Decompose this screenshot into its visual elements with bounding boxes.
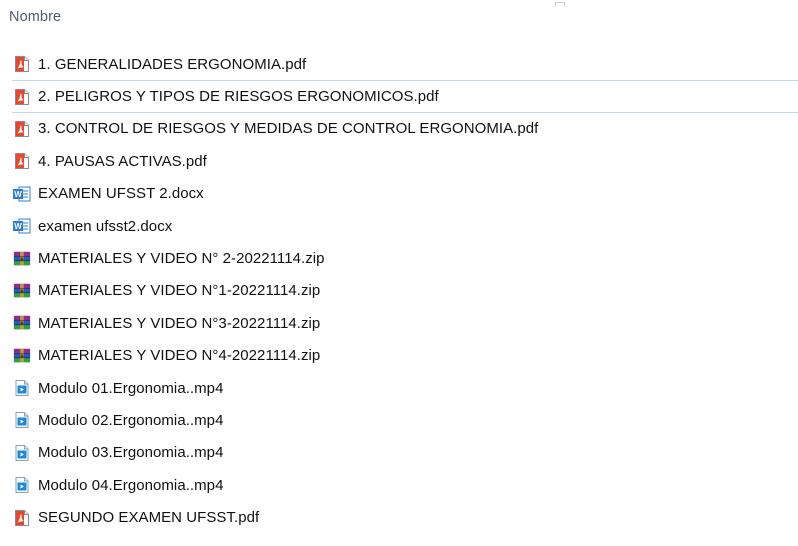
svg-text:W: W <box>14 190 22 199</box>
pdf-icon <box>12 508 32 528</box>
column-header: Nombre <box>0 0 798 36</box>
video-file-icon <box>12 410 32 430</box>
pdf-icon <box>12 54 32 74</box>
file-item[interactable]: 2. PELIGROS Y TIPOS DE RIESGOS ERGONOMIC… <box>12 80 798 113</box>
winrar-archive-icon <box>12 281 32 301</box>
file-name: 2. PELIGROS Y TIPOS DE RIESGOS ERGONOMIC… <box>38 88 439 106</box>
file-list: 1. GENERALIDADES ERGONOMIA.pdf 2. PELIGRO… <box>0 48 798 534</box>
file-name: Modulo 04.Ergonomia..mp4 <box>38 476 224 494</box>
file-item[interactable]: MATERIALES Y VIDEO N° 2-20221114.zip <box>0 242 798 274</box>
winrar-archive-icon <box>12 346 32 366</box>
file-name: Modulo 01.Ergonomia..mp4 <box>38 379 224 397</box>
word-document-icon: W <box>12 184 32 204</box>
file-name: MATERIALES Y VIDEO N°3-20221114.zip <box>38 314 321 332</box>
file-name: 3. CONTROL DE RIESGOS Y MEDIDAS DE CONTR… <box>38 120 539 138</box>
file-name: 1. GENERALIDADES ERGONOMIA.pdf <box>38 55 307 73</box>
file-item[interactable]: MATERIALES Y VIDEO N°1-20221114.zip <box>0 275 798 307</box>
file-item[interactable]: SEGUNDO EXAMEN UFSST.pdf <box>0 501 798 533</box>
pdf-icon <box>12 151 32 171</box>
file-name: MATERIALES Y VIDEO N°4-20221114.zip <box>38 347 321 365</box>
file-item[interactable]: 4. PAUSAS ACTIVAS.pdf <box>0 145 798 177</box>
winrar-archive-icon <box>12 249 32 269</box>
file-item[interactable]: Modulo 02.Ergonomia..mp4 <box>0 404 798 436</box>
file-name: SEGUNDO EXAMEN UFSST.pdf <box>38 509 260 527</box>
file-name: Modulo 03.Ergonomia..mp4 <box>38 444 224 462</box>
winrar-archive-icon <box>12 313 32 333</box>
word-document-icon: W <box>12 216 32 236</box>
pdf-icon <box>12 119 32 139</box>
svg-text:W: W <box>14 222 22 231</box>
pdf-icon <box>12 87 32 107</box>
file-name: MATERIALES Y VIDEO N° 2-20221114.zip <box>38 250 325 268</box>
file-name: Modulo 02.Ergonomia..mp4 <box>38 411 224 429</box>
file-item[interactable]: Modulo 03.Ergonomia..mp4 <box>0 437 798 469</box>
video-file-icon <box>12 378 32 398</box>
file-item[interactable]: MATERIALES Y VIDEO N°3-20221114.zip <box>0 307 798 339</box>
file-item[interactable]: MATERIALES Y VIDEO N°4-20221114.zip <box>0 340 798 372</box>
file-item[interactable]: Modulo 01.Ergonomia..mp4 <box>0 372 798 404</box>
video-file-icon <box>12 475 32 495</box>
column-header-name[interactable]: Nombre <box>9 9 61 25</box>
file-item[interactable]: Wexamen ufsst2.docx <box>0 210 798 242</box>
column-resize-handle[interactable] <box>555 2 565 7</box>
file-name: examen ufsst2.docx <box>38 217 173 235</box>
file-name: MATERIALES Y VIDEO N°1-20221114.zip <box>38 282 321 300</box>
file-item[interactable]: Modulo 04.Ergonomia..mp4 <box>0 469 798 501</box>
video-file-icon <box>12 443 32 463</box>
file-name: EXAMEN UFSST 2.docx <box>38 185 204 203</box>
file-item[interactable]: 3. CONTROL DE RIESGOS Y MEDIDAS DE CONTR… <box>0 113 798 145</box>
file-item[interactable]: W EXAMEN UFSST 2.docx <box>0 178 798 210</box>
file-item[interactable]: 1. GENERALIDADES ERGONOMIA.pdf <box>0 48 798 80</box>
file-name: 4. PAUSAS ACTIVAS.pdf <box>38 152 207 170</box>
